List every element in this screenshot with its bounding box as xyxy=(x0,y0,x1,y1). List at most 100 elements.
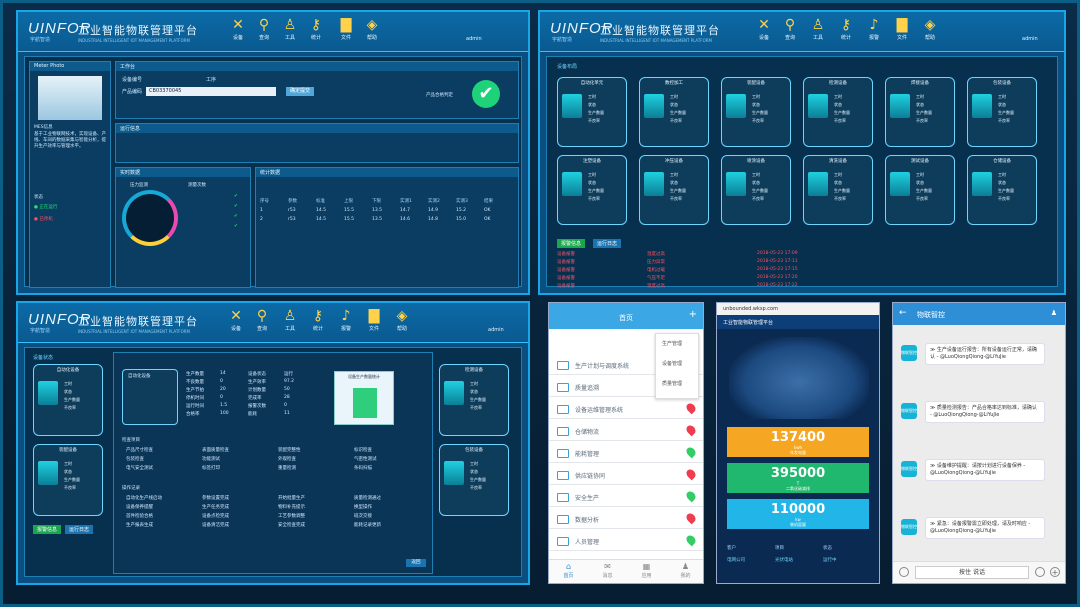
table-cell: 13.5 xyxy=(372,208,383,213)
machine-stat: 工时 xyxy=(64,381,72,386)
checklist-item[interactable]: 表面质量检查 xyxy=(202,447,229,453)
menu-item[interactable]: 质量管理 xyxy=(662,380,682,387)
op-item: 自动化生产线启动 xyxy=(126,496,162,501)
back-button[interactable]: 返回 xyxy=(406,559,426,567)
tab-alarms[interactable]: 报警信息 xyxy=(557,239,586,248)
tool-files[interactable]: ▇ 文件 xyxy=(362,307,386,332)
tool-stats[interactable]: ⚷ 统计 xyxy=(834,16,858,41)
menu-item[interactable]: 设备管理 xyxy=(662,360,682,367)
checklist-item[interactable]: 电气安全测试 xyxy=(126,465,153,471)
machine-stat: 不良率 xyxy=(998,118,1010,123)
machine-name: 清洗设备 xyxy=(829,159,847,164)
emoji-icon[interactable] xyxy=(1035,567,1045,577)
tool-tools[interactable]: ♙ 工具 xyxy=(278,16,302,41)
checklist-item[interactable]: 条码扫描 xyxy=(354,465,372,471)
message-bubble[interactable]: ≫ 质量检测报告：产品合格率达到标准，请确认 - @LuoQiongQiong-… xyxy=(925,401,1045,423)
detail-box: 自动化设备 生产数量 14 不良数量 0 生产节拍 20 停机时间 0 运行时间 1.5 合格率 10… xyxy=(113,352,433,574)
tab-alarms[interactable]: 报警信息 xyxy=(33,525,62,534)
tab-1[interactable]: ✉ 消息 xyxy=(588,562,627,579)
back-arrow-icon[interactable]: ← xyxy=(899,308,907,318)
bell-icon: ♪ xyxy=(869,17,879,33)
chat-title: 物联智控 xyxy=(917,311,945,319)
checklist-item[interactable]: 重量检测 xyxy=(278,465,296,471)
machine-stat: 工时 xyxy=(588,172,596,177)
machine-card[interactable]: 焊接设备 工时 状态 生产数量 不良率 xyxy=(885,77,955,147)
tab-logs[interactable]: 运行日志 xyxy=(593,239,622,248)
tool-settings[interactable]: ✕ 设备 xyxy=(224,307,248,332)
tab-0[interactable]: ⌂ 首页 xyxy=(549,562,588,579)
add-icon[interactable]: + xyxy=(689,309,697,320)
machine-card[interactable]: 仓储设备 工时 状态 生产数量 不良率 xyxy=(967,155,1037,225)
browser-urlbar[interactable]: unbounded.wksp.com xyxy=(717,303,879,315)
checklist-item[interactable]: 产品尺寸检查 xyxy=(126,447,153,453)
user-name[interactable]: admin xyxy=(1022,36,1038,42)
machine-card[interactable]: 自动化设备 工时 状态 生产数量 不良率 xyxy=(33,364,103,436)
machine-card[interactable]: 检测设备 工时 状态 生产数量 不良率 xyxy=(803,77,873,147)
list-icon xyxy=(557,361,569,370)
list-item[interactable]: 设备运维管理系统 xyxy=(549,399,703,419)
tool-search[interactable]: ⚲ 查询 xyxy=(252,16,276,41)
alarm-cell: 2018-05-23 17:15 xyxy=(757,267,798,272)
list-item[interactable]: 人员管理 xyxy=(549,531,703,551)
tab-logs[interactable]: 运行日志 xyxy=(65,525,94,534)
tool-alarm[interactable]: ♪ 报警 xyxy=(334,307,358,332)
checklist-item[interactable]: 包装检查 xyxy=(126,456,144,462)
checklist-item[interactable]: 标识检查 xyxy=(354,447,372,453)
machine-stat: 工时 xyxy=(834,172,842,177)
message-bubble[interactable]: ≫ 设备维护提醒：请按计划进行设备保养 - @LuoQiongQiong-@Li… xyxy=(925,459,1045,481)
tool-alarm[interactable]: ♪ 报警 xyxy=(862,16,886,41)
tool-search[interactable]: ⚲ 查询 xyxy=(778,16,802,41)
machine-card[interactable]: 检测设备 工时 状态 生产数量 不良率 xyxy=(439,364,509,436)
op-item: 换型操作 xyxy=(354,505,372,510)
machine-stat: 生产数量 xyxy=(670,188,686,193)
machine-card[interactable]: 装配设备 工时 状态 生产数量 不良率 xyxy=(721,77,791,147)
tool-help[interactable]: ◈ 帮助 xyxy=(360,16,384,41)
tool-tools[interactable]: ♙ 工具 xyxy=(278,307,302,332)
message-bubble[interactable]: ≫ 紧急：设备报警需立即处理，请及时响应 - @LuoQiongQiong-@L… xyxy=(925,517,1045,539)
checklist-item[interactable]: 标签打印 xyxy=(202,465,220,471)
profile-icon[interactable]: ♟ xyxy=(1051,309,1057,317)
tool-tools[interactable]: ♙ 工具 xyxy=(806,16,830,41)
machine-stat: 生产数量 xyxy=(470,477,486,482)
list-item[interactable]: 安全生产 xyxy=(549,487,703,507)
checklist-item[interactable]: 外观检查 xyxy=(278,456,296,462)
tool-help[interactable]: ◈ 帮助 xyxy=(390,307,414,332)
machine-card[interactable]: 喷涂设备 工时 状态 生产数量 不良率 xyxy=(721,155,791,225)
tool-files[interactable]: ▇ 文件 xyxy=(334,16,358,41)
message-bubble[interactable]: ≫ 生产设备运行报告：所有设备运行正常，请确认 - @LuoQiongQiong… xyxy=(925,343,1045,365)
list-item[interactable]: 能耗管理 xyxy=(549,443,703,463)
machine-card[interactable]: 测试设备 工时 状态 生产数量 不良率 xyxy=(885,155,955,225)
tool-files[interactable]: ▇ 文件 xyxy=(890,16,914,41)
machine-card[interactable]: 清洗设备 工时 状态 生产数量 不良率 xyxy=(803,155,873,225)
machine-card[interactable]: 包装设备 工时 状态 生产数量 不良率 xyxy=(439,444,509,516)
checklist-item[interactable]: 功能测试 xyxy=(202,456,220,462)
hold-to-talk-button[interactable]: 按住 说话 xyxy=(915,566,1029,579)
machine-card[interactable]: 自动化单元 工时 状态 生产数量 不良率 xyxy=(557,77,627,147)
machine-card[interactable]: 装配设备 工时 状态 生产数量 不良率 xyxy=(33,444,103,516)
machine-card[interactable]: 数控加工 工时 状态 生产数量 不良率 xyxy=(639,77,709,147)
checklist-item[interactable]: 装配完整性 xyxy=(278,447,301,453)
tool-settings[interactable]: ✕ 设备 xyxy=(752,16,776,41)
machine-card[interactable]: 包装设备 工时 状态 生产数量 不良率 xyxy=(967,77,1037,147)
product-select[interactable]: CB03370045 xyxy=(146,87,276,96)
menu-item[interactable]: 生产管理 xyxy=(662,340,682,347)
list-item[interactable]: 数据分析 xyxy=(549,509,703,529)
tool-stats[interactable]: ⚷ 统计 xyxy=(304,16,328,41)
tool-help[interactable]: ◈ 帮助 xyxy=(918,16,942,41)
tab-2[interactable]: ▦ 应用 xyxy=(627,562,666,579)
tool-settings[interactable]: ✕ 设备 xyxy=(226,16,250,41)
machine-card[interactable]: 冲压设备 工时 状态 生产数量 不良率 xyxy=(639,155,709,225)
list-item[interactable]: 供应链协同 xyxy=(549,465,703,485)
tool-search[interactable]: ⚲ 查询 xyxy=(250,307,274,332)
confirm-button[interactable]: 确定提交 xyxy=(286,87,314,96)
machine-card[interactable]: 注塑设备 工时 状态 生产数量 不良率 xyxy=(557,155,627,225)
plus-icon[interactable]: + xyxy=(1050,567,1060,577)
voice-icon[interactable] xyxy=(899,567,909,577)
stat-label: 二氧化碳减排 xyxy=(786,486,810,491)
user-name[interactable]: admin xyxy=(466,36,482,42)
list-item[interactable]: 仓储物流 xyxy=(549,421,703,441)
tool-stats[interactable]: ⚷ 统计 xyxy=(306,307,330,332)
user-name[interactable]: admin xyxy=(488,327,504,333)
tab-3[interactable]: ♟ 我的 xyxy=(666,562,703,579)
checklist-item[interactable]: 气密性测试 xyxy=(354,456,377,462)
